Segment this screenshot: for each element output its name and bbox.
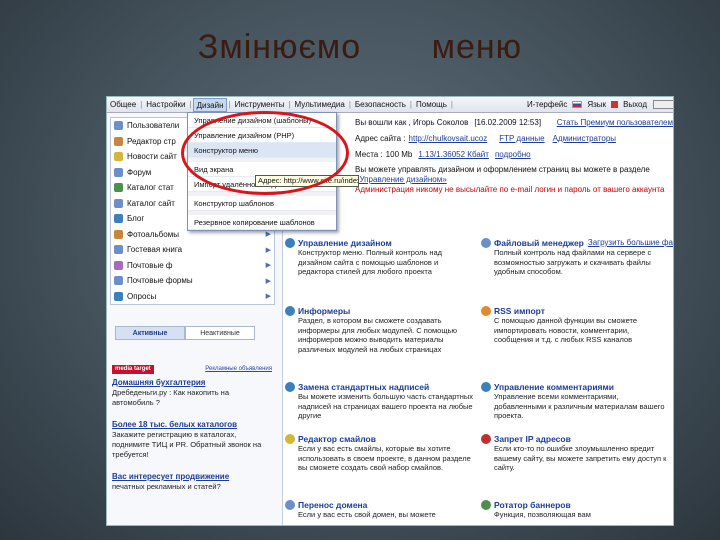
screenshot-frame: Общее | Настройки | Дизайн | Инструменты | М…	[106, 96, 674, 526]
users-icon	[114, 121, 123, 131]
highlight-circle	[181, 111, 349, 195]
module-card: Файловый менеджер Загрузить большие файлы…	[481, 237, 673, 277]
domain-icon	[285, 499, 295, 510]
sidebar-item[interactable]: Почтовые ф ▶	[111, 258, 274, 274]
menu-tools[interactable]: Инструменты	[232, 98, 288, 112]
module-title[interactable]: Информеры	[298, 306, 350, 316]
file-manager-icon	[481, 237, 491, 248]
news-icon	[114, 152, 123, 162]
ad-title[interactable]: Домашняя бухгалтерия	[112, 378, 272, 388]
module-desc: Если кто-то по ошибке злоумышленно вреди…	[494, 444, 667, 472]
module-title[interactable]: Файловый менеджер	[494, 238, 584, 248]
module-card: Управление дизайном Конструктор меню. По…	[285, 237, 473, 277]
module-title[interactable]: Замена стандартных надписей	[298, 382, 429, 392]
module-title[interactable]: Перенос домена	[298, 500, 367, 510]
ad-desc: Дребеденьги.ру : Как накопить на автомоб…	[112, 388, 229, 407]
module-title[interactable]: Управление комментариями	[494, 382, 614, 392]
module-card: Замена стандартных надписей Вы можете из…	[285, 381, 473, 421]
forum-icon	[114, 167, 123, 177]
photo-album-icon	[114, 229, 123, 239]
ad-desc: Закажите регистрацию в каталогах, подним…	[112, 430, 262, 459]
module-title[interactable]: RSS импорт	[494, 306, 545, 316]
module-title[interactable]: Управление дизайном	[298, 238, 392, 248]
premium-link[interactable]: Стать Премиум пользователем	[557, 117, 673, 129]
exit-icon	[611, 101, 619, 108]
articles-icon	[114, 183, 123, 193]
login-date: [16.02.2009 12:53]	[474, 118, 542, 127]
language-flag-icon	[572, 101, 583, 108]
tab-active[interactable]: Активные	[115, 326, 185, 340]
language-menu[interactable]: Язык	[584, 98, 609, 112]
slide-title: Змінюємо меню	[197, 28, 523, 66]
exit-link[interactable]: Выход	[620, 98, 650, 112]
module-card: Запрет IP адресов Если кто-то по ошибке …	[481, 433, 669, 473]
space-used: 1.13/1.36052 Кбайт	[418, 150, 489, 159]
space-value: 100 Mb	[385, 150, 413, 159]
blog-icon	[114, 214, 123, 224]
module-tabs: Активные Неактивные	[115, 326, 255, 340]
sidebar-item[interactable]: Гостевая книга ▶	[111, 242, 274, 258]
module-card: Редактор смайлов Если у вас есть смайлы,…	[285, 433, 473, 473]
module-desc: Раздел, в котором вы сможете создавать и…	[298, 316, 458, 354]
dropdown-item-template-builder[interactable]: Конструктор шаблонов	[188, 196, 336, 211]
rss-icon	[481, 305, 491, 316]
mail-forms-icon	[114, 276, 123, 286]
ad-item: Более 18 тыс. белых каталогов Закажите р…	[112, 420, 272, 460]
admins-link[interactable]: Администраторы	[553, 133, 616, 145]
ad-title[interactable]: Более 18 тыс. белых каталогов	[112, 420, 272, 430]
menu-security[interactable]: Безопасность	[352, 98, 409, 112]
ad-item: Вас интересует продвижение печатных рекл…	[112, 472, 272, 492]
module-title[interactable]: Запрет IP адресов	[494, 434, 571, 444]
module-card: Ротатор баннеров Функция, позволяющая ва…	[481, 499, 669, 520]
site-address-link[interactable]: http://chulkovsait.ucoz	[409, 133, 488, 145]
ads-link[interactable]: Рекламные объявления	[205, 366, 272, 372]
module-desc: Управление всеми комментариями, добавлен…	[494, 392, 665, 420]
module-desc: Если у вас есть свой домен, вы можете	[298, 510, 436, 519]
ban-ip-icon	[481, 433, 491, 444]
module-card: Информеры Раздел, в котором вы сможете с…	[285, 305, 473, 354]
polls-icon	[114, 291, 123, 301]
design-icon	[285, 237, 295, 248]
site-catalog-icon	[114, 198, 123, 208]
ad-title[interactable]: Вас интересует продвижение	[112, 472, 272, 482]
ad-brand-logo: media target	[112, 364, 154, 374]
guestbook-icon	[114, 245, 123, 255]
module-desc: Если у вас есть смайлы, которые вы хотит…	[298, 444, 471, 472]
menu-general[interactable]: Общее	[107, 98, 139, 112]
informers-icon	[285, 305, 295, 316]
replace-labels-icon	[285, 381, 295, 392]
page-editor-icon	[114, 136, 123, 146]
sidebar-item[interactable]: Опросы ▶	[111, 289, 274, 305]
menu-settings[interactable]: Настройки	[143, 98, 188, 112]
ftp-link[interactable]: FTP данные	[499, 133, 544, 145]
dropdown-item-backup-templates[interactable]: Резервное копирование шаблонов	[188, 215, 336, 230]
menu-multimedia[interactable]: Мультимедиа	[292, 98, 348, 112]
comments-icon	[481, 381, 491, 392]
ad-item: Домашняя бухгалтерия Дребеденьги.ру : Ка…	[112, 378, 272, 408]
module-title[interactable]: Редактор смайлов	[298, 434, 376, 444]
window-controls[interactable]	[653, 100, 673, 109]
module-card: Перенос домена Если у вас есть свой доме…	[285, 499, 473, 520]
sidebar-item[interactable]: Почтовые формы ▶	[111, 273, 274, 289]
banner-rotator-icon	[481, 499, 491, 510]
module-desc: Конструктор меню. Полный контроль над ди…	[298, 248, 443, 276]
module-desc: С помощью данной функции вы сможете импо…	[494, 316, 638, 344]
top-menu-bar: Общее | Настройки | Дизайн | Инструменты | М…	[107, 97, 673, 113]
tab-inactive[interactable]: Неактивные	[185, 326, 255, 340]
smiley-icon	[285, 433, 295, 444]
module-desc: Полный контроль над файлами на сервере с…	[494, 248, 652, 276]
module-title[interactable]: Ротатор баннеров	[494, 500, 571, 510]
upload-large-files-link[interactable]: Загрузить большие файлы	[588, 238, 673, 247]
ad-desc: печатных рекламных и статей?	[112, 482, 221, 491]
interface-switch[interactable]: И-терфейс	[524, 98, 570, 112]
ad-block: media target Рекламные объявления Домашн…	[112, 364, 272, 492]
module-card: Управление комментариями Управление всем…	[481, 381, 669, 421]
module-desc: Функция, позволяющая вам	[494, 510, 591, 519]
menu-help[interactable]: Помощь	[413, 98, 450, 112]
module-card: RSS импорт С помощью данной функции вы с…	[481, 305, 669, 345]
module-desc: Вы можете изменить большую часть стандар…	[298, 392, 473, 420]
space-details-link[interactable]: подробно	[495, 149, 531, 161]
mail-icon	[114, 260, 123, 270]
menu-design[interactable]: Дизайн	[192, 97, 228, 112]
